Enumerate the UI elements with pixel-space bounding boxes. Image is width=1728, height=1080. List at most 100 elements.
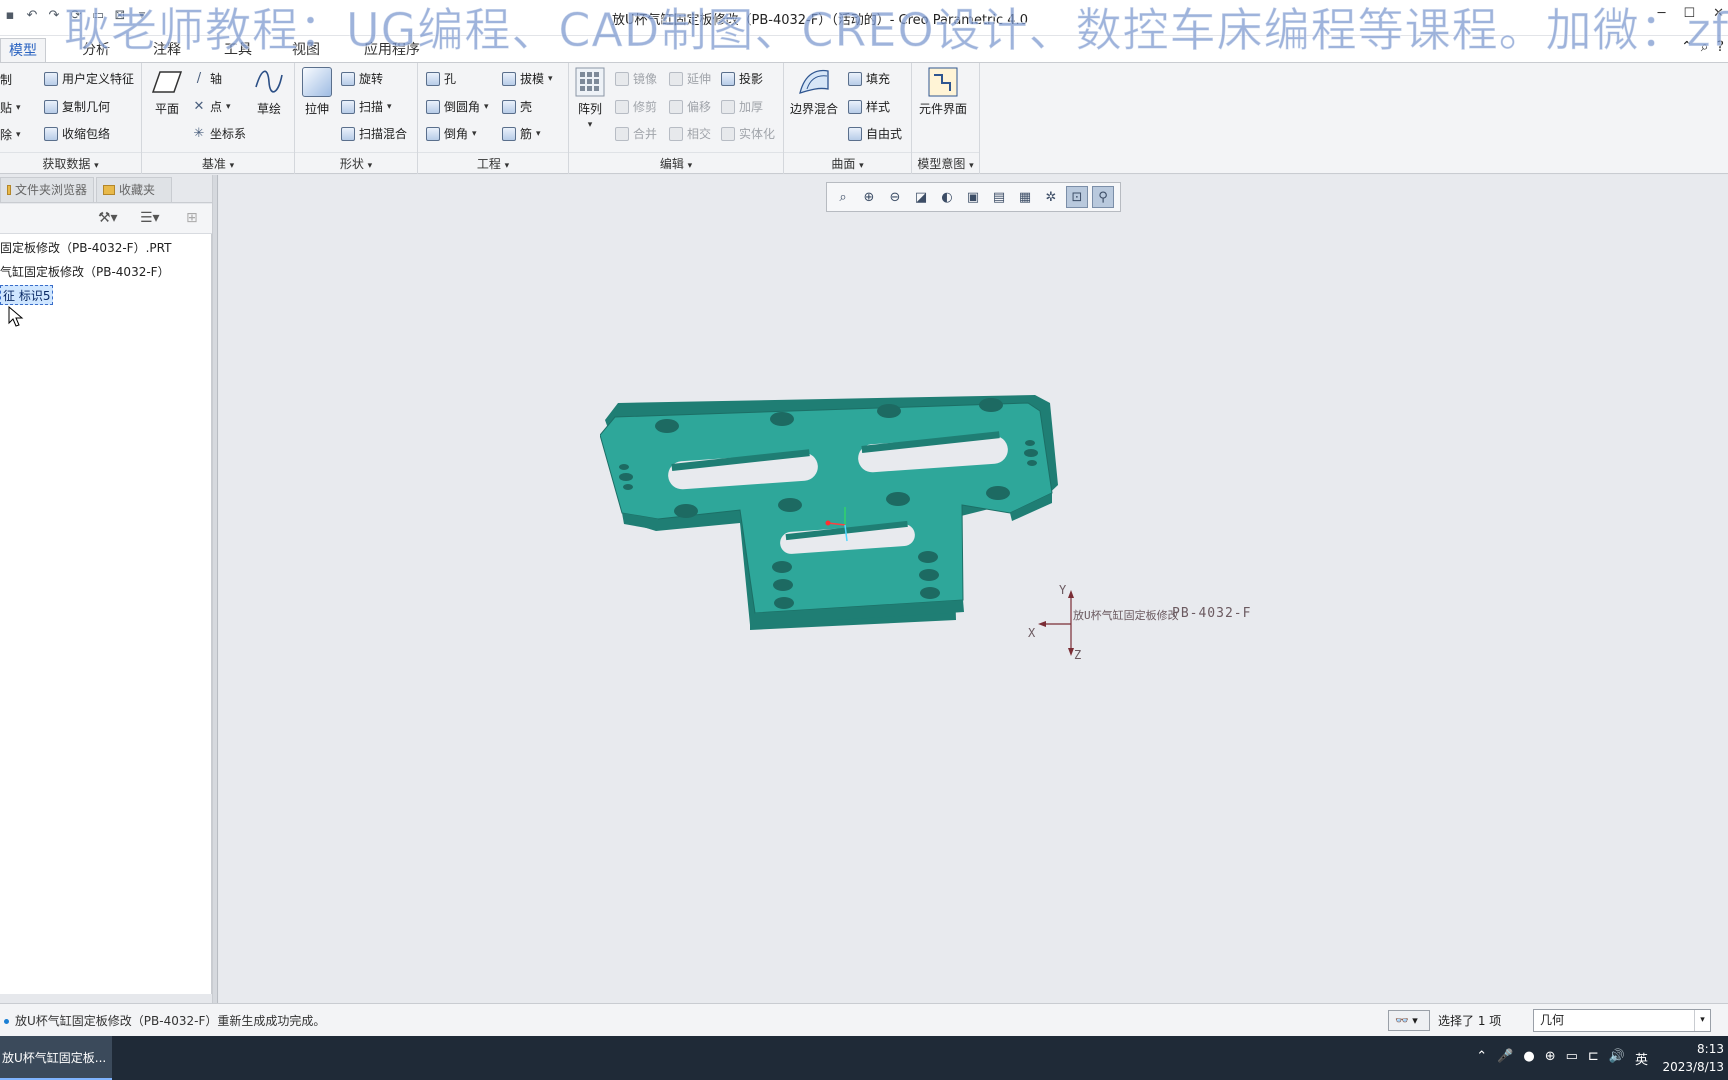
fill-button[interactable]: 填充 (848, 70, 890, 87)
plane-button[interactable]: 平面 (152, 67, 182, 117)
windows-icon[interactable]: ▭ (90, 8, 106, 24)
tab-model[interactable]: 模型 (0, 38, 46, 62)
tree-filters-icon[interactable]: ☰▾ (140, 210, 160, 226)
csys-axis-label-z: Z (1074, 648, 1082, 662)
qq-icon[interactable]: ● (1523, 1049, 1534, 1068)
boundary-blend-button[interactable]: 边界混合 (790, 67, 838, 117)
revolve-button[interactable]: 旋转 (341, 70, 383, 87)
shrinkwrap-button[interactable]: 收缩包络 (44, 125, 110, 142)
network-icon[interactable]: ⊏ (1588, 1049, 1599, 1068)
tab-tools[interactable]: 工具 (216, 38, 260, 62)
tree-columns-icon[interactable]: ⊞ (186, 210, 198, 226)
extrude-button[interactable]: 拉伸 (302, 67, 332, 117)
plate-model[interactable] (600, 395, 1200, 675)
pattern-button[interactable]: 阵列 ▾ (575, 67, 605, 130)
group-label-editing[interactable]: 编辑 ▾ (569, 152, 783, 174)
partial-delete-button[interactable]: 除 ▾ (0, 126, 21, 143)
tree-item-selected-feature[interactable]: 征 标识5 (0, 285, 54, 305)
maximize-icon[interactable]: ☐ (1683, 6, 1695, 21)
axis-button[interactable]: / 轴 (192, 70, 222, 87)
group-label-get-data[interactable]: 获取数据 ▾ (0, 152, 141, 174)
repaint-icon[interactable]: ◪ (910, 186, 932, 208)
undo-icon[interactable]: ↶ (24, 8, 40, 24)
draft-button[interactable]: 拔模 ▾ (502, 70, 553, 87)
redo-icon[interactable]: ↷ (46, 8, 62, 24)
style-button[interactable]: 样式 (848, 98, 890, 115)
tree-item-part[interactable]: 固定板修改（PB-4032-F）.PRT (0, 238, 171, 258)
quick-access-toolbar: ▪ ↶ ↷ ⟳ ▭ ⊠ ▾ (2, 8, 150, 24)
round-button[interactable]: 倒圆角 ▾ (426, 98, 489, 115)
hole-button[interactable]: 孔 (426, 70, 456, 87)
ime-indicator[interactable]: 英 (1635, 1049, 1648, 1068)
component-interface-button[interactable]: 元件界面 (919, 67, 967, 117)
extend-icon (669, 71, 683, 86)
project-button[interactable]: 投影 (721, 70, 763, 87)
clock[interactable]: 8:13 2023/8/13 (1662, 1040, 1724, 1076)
group-label-surfaces[interactable]: 曲面 ▾ (784, 152, 911, 174)
group-label-model-intent[interactable]: 模型意图 ▾ (912, 152, 979, 174)
volume-icon[interactable]: 🔊 (1609, 1049, 1625, 1068)
group-label-shapes[interactable]: 形状 ▾ (295, 152, 417, 174)
view-manager-icon[interactable]: ▤ (988, 186, 1010, 208)
tab-view[interactable]: 视图 (284, 38, 328, 62)
perspective-view-icon[interactable]: ▦ (1014, 186, 1036, 208)
chevron-down-icon[interactable]: ▾ (134, 8, 150, 24)
csys-button[interactable]: ✳ 坐标系 (192, 125, 246, 142)
power-icon[interactable]: ▭ (1566, 1049, 1578, 1068)
chevron-up-icon[interactable]: ⌃ (1476, 1049, 1487, 1068)
solidify-button[interactable]: 实体化 (721, 125, 775, 142)
tree-item-model[interactable]: 气缸固定板修改（PB-4032-F） (0, 262, 170, 282)
annotation-display-icon[interactable]: ⊡ (1066, 186, 1088, 208)
save-icon[interactable]: ▪ (2, 8, 18, 24)
tab-favorites[interactable]: 收藏夹 (96, 177, 172, 202)
tab-analysis[interactable]: 分析 (74, 38, 118, 62)
sweep-button[interactable]: 扫描 ▾ (341, 98, 392, 115)
shell-button[interactable]: 壳 (502, 98, 532, 115)
group-label-datum[interactable]: 基准 ▾ (142, 152, 294, 174)
find-button[interactable]: 👓 ▾ (1388, 1010, 1430, 1031)
taskbar-app-item[interactable]: 放U杯气缸固定板... (0, 1036, 112, 1080)
merge-button[interactable]: 合并 (615, 125, 657, 142)
copy-geometry-icon (44, 99, 58, 114)
selection-filter-select[interactable]: 几何 ▾ (1533, 1009, 1711, 1032)
zoom-in-icon[interactable]: ⊕ (858, 186, 880, 208)
datum-display-filters-icon[interactable]: ✲ (1040, 186, 1062, 208)
close-window-icon[interactable]: ⊠ (112, 8, 128, 24)
message-area: 放U杯气缸固定板修改（PB-4032-F）重新生成成功完成。 (4, 1012, 325, 1029)
group-label-engineering[interactable]: 工程 ▾ (418, 152, 568, 174)
close-icon[interactable]: ✕ (1713, 6, 1724, 21)
collapse-ribbon-icon[interactable]: ⌃ (1681, 39, 1693, 55)
display-style-icon[interactable]: ◐ (936, 186, 958, 208)
intersect-button[interactable]: 相交 (669, 125, 711, 142)
spin-center-icon[interactable]: ⚲ (1092, 186, 1114, 208)
chamfer-button[interactable]: 倒角 ▾ (426, 125, 477, 142)
tree-settings-icon[interactable]: ⚒▾ (98, 210, 118, 226)
tab-folder-browser[interactable]: 文件夹浏览器 (0, 177, 94, 202)
freestyle-button[interactable]: 自由式 (848, 125, 902, 142)
refit-icon[interactable]: ⌕ (832, 186, 854, 208)
point-button[interactable]: ✕ 点 ▾ (192, 98, 231, 115)
tab-applications[interactable]: 应用程序 (356, 38, 428, 62)
microphone-icon[interactable]: 🎤 (1497, 1049, 1513, 1068)
trim-button[interactable]: 修剪 (615, 98, 657, 115)
navigator-splitter[interactable] (212, 175, 218, 1003)
copy-geometry-button[interactable]: 复制几何 (44, 98, 110, 115)
rib-button[interactable]: 筋 ▾ (502, 125, 541, 142)
regenerate-icon[interactable]: ⟳ (68, 8, 84, 24)
mirror-button[interactable]: 镜像 (615, 70, 657, 87)
sketch-button[interactable]: 草绘 (254, 67, 284, 117)
zoom-out-icon[interactable]: ⊖ (884, 186, 906, 208)
offset-button[interactable]: 偏移 (669, 98, 711, 115)
search-icon[interactable]: ⌕ (1701, 39, 1709, 55)
swept-blend-button[interactable]: 扫描混合 (341, 125, 407, 142)
update-icon[interactable]: ⊕ (1545, 1049, 1556, 1068)
user-defined-feature-button[interactable]: 用户定义特征 (44, 70, 134, 87)
tab-annotate[interactable]: 注释 (145, 38, 189, 62)
help-icon[interactable]: ? (1717, 39, 1724, 55)
thicken-button[interactable]: 加厚 (721, 98, 763, 115)
partial-paste-button[interactable]: 贴 ▾ (0, 99, 21, 116)
saved-orientations-icon[interactable]: ▣ (962, 186, 984, 208)
minimize-icon[interactable]: ─ (1658, 6, 1666, 21)
extend-button[interactable]: 延伸 (669, 70, 711, 87)
partial-copy-button[interactable]: 制 (0, 71, 12, 88)
